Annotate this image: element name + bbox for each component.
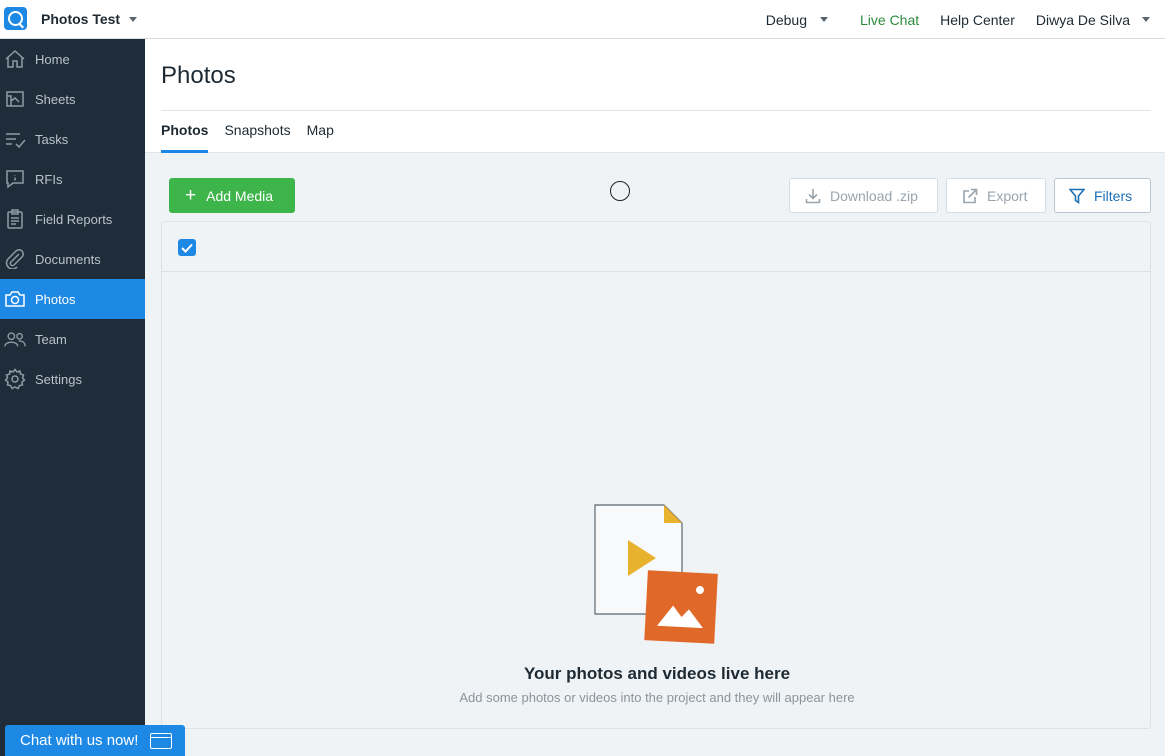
filter-icon [1069,188,1085,204]
sidebar-item-label: Field Reports [35,211,113,227]
debug-label: Debug [765,11,807,28]
page-corner-icon [664,505,682,523]
tab-map[interactable]: Map [307,122,334,152]
tasks-icon [4,128,26,150]
sidebar-item-documents[interactable]: Documents [0,239,145,279]
user-name: Diwya De Silva [1035,11,1130,28]
sidebar-item-label: Team [35,331,67,347]
sidebar-item-team[interactable]: Team [0,319,145,359]
panel-header [162,222,1150,272]
empty-state-title: Your photos and videos live here [523,664,791,683]
sidebar-item-label: Settings [35,371,82,387]
sidebar-item-home[interactable]: Home [0,39,145,79]
media-placeholder-illustration [594,504,718,644]
debug-menu[interactable]: Debug [766,12,828,28]
sidebar-item-label: Photos [35,291,76,307]
user-menu[interactable]: Diwya De Silva [1036,12,1150,28]
filters-button[interactable]: Filters [1054,178,1151,213]
page-title: Photos [161,62,236,89]
chevron-down-icon [129,16,138,22]
loading-cursor-icon [610,181,630,201]
sidebar-item-field-reports[interactable]: Field Reports [0,199,145,239]
add-media-button[interactable]: + Add Media [169,178,295,213]
main-content: Photos Photos Snapshots Map + Add Media … [145,39,1165,756]
download-zip-button[interactable]: Download .zip [789,178,938,213]
empty-state-subtitle: Add some photos or videos into the proje… [459,690,855,705]
tab-photos[interactable]: Photos [161,122,209,153]
sidebar-item-sheets[interactable]: Sheets [0,79,145,119]
divider [161,110,1151,111]
plus-icon: + [185,185,197,206]
image-icon [644,570,718,644]
filters-label: Filters [1094,187,1133,204]
chat-widget-label: Chat with us now! [20,732,139,749]
add-media-label: Add Media [206,187,274,204]
paperclip-icon [4,248,26,270]
sidebar-item-settings[interactable]: Settings [0,359,145,399]
logo-icon [8,11,23,26]
sidebar-item-label: Home [35,51,70,67]
rfi-icon [4,168,26,190]
sheets-icon [4,88,26,110]
camera-icon [4,288,26,310]
help-center-link[interactable]: Help Center [940,12,1015,28]
media-panel: Your photos and videos live here Add som… [161,221,1151,729]
download-icon [805,188,821,203]
chat-widget-button[interactable]: Chat with us now! [5,725,185,756]
sidebar-item-rfis[interactable]: RFIs [0,159,145,199]
page-header: Photos Photos Snapshots Map [145,39,1165,153]
clipboard-icon [4,208,26,230]
team-icon [4,328,26,350]
app-logo[interactable] [4,7,27,30]
download-label: Download .zip [830,187,918,204]
sidebar: Home Sheets Tasks RFIs Field Reports Doc… [0,39,145,756]
share-icon [963,188,978,203]
sidebar-item-label: Sheets [35,91,76,107]
tab-bar: Photos Snapshots Map [161,122,350,153]
sidebar-item-label: Documents [35,251,101,267]
sidebar-item-label: Tasks [35,131,69,147]
top-bar: Photos Test Debug Live Chat Help Center … [0,0,1165,39]
project-name: Photos Test [41,11,121,27]
export-label: Export [987,187,1028,204]
sidebar-item-photos[interactable]: Photos [0,279,145,319]
chevron-down-icon [820,17,828,22]
home-icon [4,48,26,70]
window-icon [150,732,173,749]
sidebar-item-tasks[interactable]: Tasks [0,119,145,159]
export-button[interactable]: Export [946,178,1046,213]
project-selector[interactable]: Photos Test [41,11,138,27]
select-all-checkbox[interactable] [178,239,196,256]
chevron-down-icon [1142,17,1150,22]
live-chat-link[interactable]: Live Chat [860,12,919,28]
gear-icon [4,368,26,390]
checkmark-icon [181,243,193,253]
sidebar-item-label: RFIs [35,171,63,187]
tab-snapshots[interactable]: Snapshots [224,122,290,152]
